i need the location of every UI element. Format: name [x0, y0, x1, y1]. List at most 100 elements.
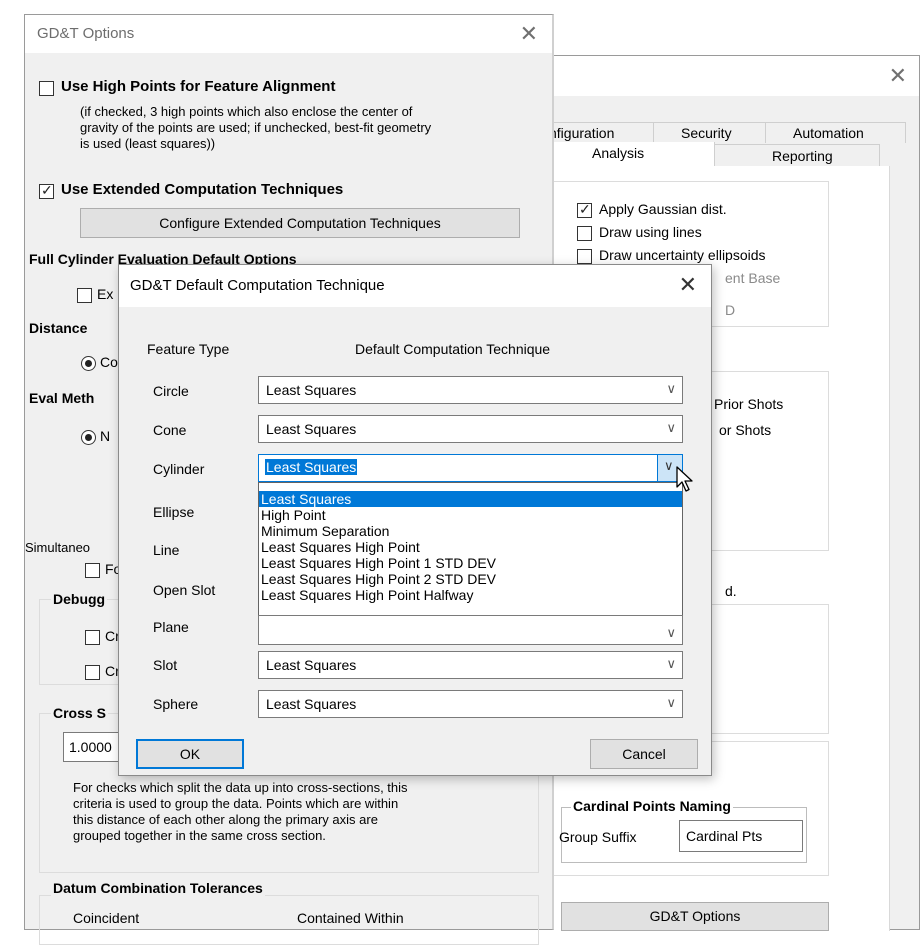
- chevron-down-icon: ∨: [664, 458, 674, 473]
- chevron-down-icon: ∨: [666, 656, 676, 671]
- tab-label: Automation: [793, 125, 864, 141]
- use-extended-label[interactable]: Use Extended Computation Techniques: [61, 181, 343, 198]
- draw-lines-checkbox[interactable]: [577, 226, 592, 241]
- feature-type-header: Feature Type: [147, 341, 230, 357]
- sphere-technique-select[interactable]: Least Squares ∨: [258, 690, 683, 718]
- feature-label-plane: Plane: [153, 619, 189, 635]
- feature-label-circle: Circle: [153, 383, 189, 399]
- cancel-button[interactable]: Cancel: [590, 739, 698, 769]
- computation-technique-dialog: GD&T Default Computation Technique ✕ Fea…: [118, 264, 712, 776]
- cancel-button-label: Cancel: [622, 746, 666, 762]
- ok-button[interactable]: OK: [136, 739, 244, 769]
- draw-ellipsoids-checkbox[interactable]: [577, 249, 592, 264]
- chevron-down-icon: ∨: [666, 420, 676, 435]
- dropdown-option[interactable]: Least Squares: [259, 491, 682, 507]
- configure-extended-button[interactable]: Configure Extended Computation Technique…: [80, 208, 520, 238]
- gdt-options-button-label: GD&T Options: [649, 908, 741, 924]
- datum-heading: Datum Combination Tolerances: [51, 880, 265, 896]
- feature-label-open-slot: Open Slot: [153, 582, 216, 598]
- cross-section-value: 1.0000: [69, 739, 112, 755]
- feature-label-line: Line: [153, 542, 180, 558]
- close-icon[interactable]: ✕: [679, 274, 697, 296]
- prior-shots-label-1: Prior Shots: [714, 396, 784, 412]
- ex-checkbox[interactable]: [77, 288, 92, 303]
- sphere-technique-value: Least Squares: [266, 696, 357, 712]
- dropdown-option[interactable]: Least Squares High Point Halfway: [259, 587, 682, 603]
- dialog-title: GD&T Default Computation Technique: [130, 277, 385, 294]
- dropdown-option[interactable]: Minimum Separation: [259, 523, 682, 539]
- cross-desc-2: criteria is used to group the data. Poin…: [73, 796, 399, 811]
- chevron-down-icon: ∨: [666, 695, 676, 710]
- cr-checkbox-1[interactable]: [85, 630, 100, 645]
- high-points-desc-3: is used (least squares)): [80, 136, 216, 151]
- dropdown-option[interactable]: Least Squares High Point 1 STD DEV: [259, 555, 682, 571]
- cardinal-points-title: Cardinal Points Naming: [571, 798, 733, 814]
- fo-checkbox[interactable]: [85, 563, 100, 578]
- configure-extended-label: Configure Extended Computation Technique…: [159, 215, 441, 231]
- distance-heading: Distance: [29, 320, 88, 336]
- dropdown-option[interactable]: High Point: [259, 507, 682, 523]
- coincident-label: Coincident: [73, 910, 140, 926]
- contained-within-label: Contained Within: [297, 910, 404, 926]
- cone-technique-value: Least Squares: [266, 421, 357, 437]
- co-radio[interactable]: [81, 356, 96, 371]
- tab-label: Security: [681, 125, 732, 141]
- high-points-desc-2: gravity of the points are used; if unche…: [80, 120, 432, 135]
- partial-text: d.: [725, 583, 737, 599]
- close-icon[interactable]: ✕: [889, 65, 907, 87]
- d-label: D: [725, 302, 736, 318]
- ex-checkbox-label: Ex: [97, 286, 114, 302]
- tab-security[interactable]: Security: [653, 122, 766, 143]
- feature-label-ellipse: Ellipse: [153, 504, 195, 520]
- mouse-cursor-icon: [676, 466, 693, 492]
- circle-technique-select[interactable]: Least Squares ∨: [258, 376, 683, 404]
- chevron-down-icon: ∨: [666, 381, 676, 396]
- n-radio-label: N: [100, 428, 111, 444]
- technique-header: Default Computation Technique: [355, 341, 551, 357]
- cylinder-technique-value: Least Squares: [265, 459, 358, 475]
- tab-configuration[interactable]: nfiguration: [549, 122, 654, 143]
- use-high-points-label[interactable]: Use High Points for Feature Alignment: [61, 78, 335, 95]
- plane-technique-select[interactable]: ∨: [258, 615, 683, 645]
- use-high-points-checkbox[interactable]: [39, 81, 54, 96]
- prior-shots-label-2: or Shots: [719, 422, 772, 438]
- gdt-options-titlebar: GD&T Options ✕: [25, 15, 552, 53]
- tab-automation[interactable]: Automation: [765, 122, 906, 143]
- cylinder-technique-select[interactable]: Least Squares ∨: [258, 454, 683, 482]
- ok-button-label: OK: [179, 746, 201, 762]
- group-suffix-field[interactable]: Cardinal Pts: [679, 820, 803, 852]
- eval-method-heading: Eval Meth: [29, 390, 95, 406]
- ent-base-label: ent Base: [725, 270, 781, 286]
- tab-label: Analysis: [592, 145, 645, 161]
- debug-heading: Debugg: [51, 591, 108, 607]
- n-radio[interactable]: [81, 430, 96, 445]
- dropdown-option[interactable]: Least Squares High Point: [259, 539, 682, 555]
- feature-label-sphere: Sphere: [153, 696, 199, 712]
- co-radio-label: Co: [100, 354, 118, 370]
- high-points-desc-1: (if checked, 3 high points which also en…: [80, 104, 413, 119]
- simultaneous-label: Simultaneo: [25, 540, 91, 555]
- cross-desc-4: grouped together in the same cross secti…: [73, 828, 326, 843]
- chevron-down-icon: ∨: [666, 625, 676, 640]
- slot-technique-select[interactable]: Least Squares ∨: [258, 651, 683, 679]
- feature-label-slot: Slot: [153, 657, 178, 673]
- cone-technique-select[interactable]: Least Squares ∨: [258, 415, 683, 443]
- slot-technique-value: Least Squares: [266, 657, 357, 673]
- apply-gaussian-label: Apply Gaussian dist.: [599, 201, 727, 217]
- close-icon[interactable]: ✕: [520, 23, 538, 45]
- draw-ellipsoids-label: Draw uncertainty ellipsoids: [599, 247, 766, 263]
- gdt-options-button[interactable]: GD&T Options: [561, 902, 829, 931]
- apply-gaussian-checkbox[interactable]: [577, 201, 592, 218]
- cross-desc-3: this distance of each other along the pr…: [73, 812, 378, 827]
- technique-dropdown-list[interactable]: Least Squares High Point Minimum Separat…: [258, 482, 683, 629]
- tab-label: Reporting: [772, 148, 833, 164]
- feature-label-cone: Cone: [153, 422, 187, 438]
- tab-label: nfiguration: [549, 125, 615, 141]
- tab-analysis[interactable]: Analysis: [549, 142, 715, 166]
- cross-desc-1: For checks which split the data up into …: [73, 780, 408, 795]
- dropdown-option[interactable]: Least Squares High Point 2 STD DEV: [259, 571, 682, 587]
- use-extended-checkbox[interactable]: [39, 182, 54, 199]
- gdt-options-title: GD&T Options: [37, 25, 135, 42]
- tab-reporting[interactable]: Reporting: [714, 144, 880, 167]
- cr-checkbox-2[interactable]: [85, 665, 100, 680]
